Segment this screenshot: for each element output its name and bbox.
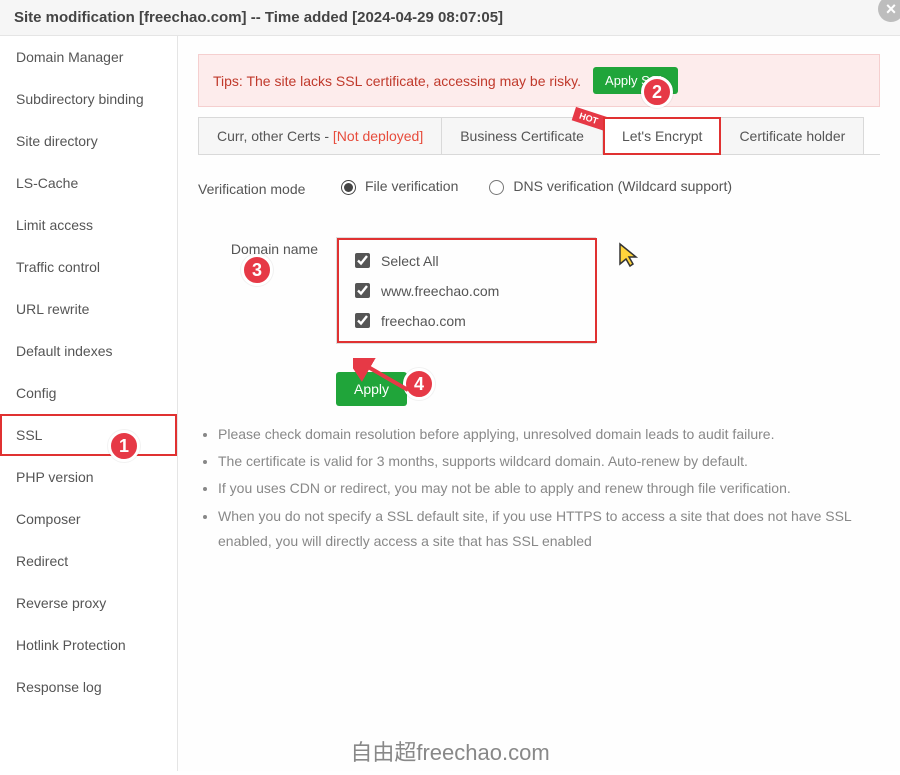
sidebar-item-default-indexes[interactable]: Default indexes [0, 330, 177, 372]
sidebar: Domain Manager Subdirectory binding Site… [0, 36, 178, 771]
verification-mode-row: Verification mode File verification DNS … [198, 177, 880, 197]
sidebar-item-composer[interactable]: Composer [0, 498, 177, 540]
sidebar-item-reverse-proxy[interactable]: Reverse proxy [0, 582, 177, 624]
radio-dns-verification-input[interactable] [489, 180, 504, 195]
verification-mode-radios: File verification DNS verification (Wild… [336, 177, 732, 195]
checkbox-select-all[interactable]: Select All [351, 250, 583, 271]
tab-certificate-holder[interactable]: Certificate holder [721, 117, 864, 155]
sidebar-item-traffic-control[interactable]: Traffic control [0, 246, 177, 288]
sidebar-item-php-version[interactable]: PHP version [0, 456, 177, 498]
tab-business-certificate[interactable]: Business Certificate HOT [442, 117, 603, 155]
close-icon[interactable]: × [878, 0, 900, 22]
tab-business-label: Business Certificate [460, 128, 584, 144]
domain-list-container: Select All www.freechao.com freechao.com [336, 237, 596, 344]
verification-mode-label: Verification mode [198, 177, 318, 197]
note-item: If you uses CDN or redirect, you may not… [218, 476, 880, 501]
sidebar-item-redirect[interactable]: Redirect [0, 540, 177, 582]
main-panel: Tips: The site lacks SSL certificate, ac… [178, 36, 900, 771]
sidebar-item-config[interactable]: Config [0, 372, 177, 414]
checkbox-domain-root-label: freechao.com [381, 313, 466, 329]
radio-dns-verification-label: DNS verification (Wildcard support) [513, 178, 732, 194]
annotation-badge-2: 2 [641, 76, 673, 108]
sidebar-item-subdirectory[interactable]: Subdirectory binding [0, 78, 177, 120]
radio-file-verification-input[interactable] [341, 180, 356, 195]
checkbox-select-all-input[interactable] [355, 253, 370, 268]
ssl-tip-text: Tips: The site lacks SSL certificate, ac… [213, 73, 581, 89]
checkbox-domain-www-label: www.freechao.com [381, 283, 499, 299]
cursor-icon [618, 242, 640, 268]
annotation-badge-1: 1 [108, 430, 140, 462]
note-item: When you do not specify a SSL default si… [218, 504, 880, 554]
checkbox-domain-www-input[interactable] [355, 283, 370, 298]
window-title: Site modification [freechao.com] -- Time… [14, 9, 503, 26]
tab-current-certs-status: [Not deployed] [333, 128, 423, 144]
sidebar-item-site-directory[interactable]: Site directory [0, 120, 177, 162]
sidebar-item-limit-access[interactable]: Limit access [0, 204, 177, 246]
sidebar-item-hotlink-protection[interactable]: Hotlink Protection [0, 624, 177, 666]
annotation-badge-3: 3 [241, 254, 273, 286]
sidebar-item-response-log[interactable]: Response log [0, 666, 177, 708]
sidebar-item-domain-manager[interactable]: Domain Manager [0, 36, 177, 78]
checkbox-domain-root-input[interactable] [355, 313, 370, 328]
window-titlebar: Site modification [freechao.com] -- Time… [0, 0, 900, 36]
arrow-to-apply-icon [353, 358, 413, 398]
radio-dns-verification[interactable]: DNS verification (Wildcard support) [484, 177, 732, 195]
sidebar-item-url-rewrite[interactable]: URL rewrite [0, 288, 177, 330]
tab-current-certs[interactable]: Curr, other Certs - [Not deployed] [198, 117, 442, 155]
radio-file-verification-label: File verification [365, 178, 458, 194]
note-item: The certificate is valid for 3 months, s… [218, 449, 880, 474]
checkbox-domain-root[interactable]: freechao.com [351, 310, 583, 331]
tab-holder-label: Certificate holder [739, 128, 845, 144]
tab-lets-encrypt-label: Let's Encrypt [622, 128, 703, 144]
tab-current-certs-prefix: Curr, other Certs - [217, 128, 333, 144]
note-item: Please check domain resolution before ap… [218, 422, 880, 447]
watermark: 自由超freechao.com [350, 735, 549, 767]
checkbox-domain-www[interactable]: www.freechao.com [351, 280, 583, 301]
domain-list-box: Select All www.freechao.com freechao.com [337, 238, 597, 343]
radio-file-verification[interactable]: File verification [336, 177, 458, 195]
apply-row: Apply [198, 372, 880, 406]
cert-tabs: Curr, other Certs - [Not deployed] Busin… [198, 117, 880, 155]
tab-lets-encrypt[interactable]: Let's Encrypt [603, 117, 722, 155]
content-wrap: Domain Manager Subdirectory binding Site… [0, 36, 900, 771]
sidebar-item-ls-cache[interactable]: LS-Cache [0, 162, 177, 204]
apply-row-spacer [198, 372, 318, 376]
notes-list: Please check domain resolution before ap… [198, 422, 880, 554]
sidebar-item-ssl[interactable]: SSL [0, 414, 177, 456]
domain-name-row: Domain name Select All www.freechao.com … [198, 237, 880, 344]
ssl-tip-bar: Tips: The site lacks SSL certificate, ac… [198, 54, 880, 107]
checkbox-select-all-label: Select All [381, 253, 439, 269]
